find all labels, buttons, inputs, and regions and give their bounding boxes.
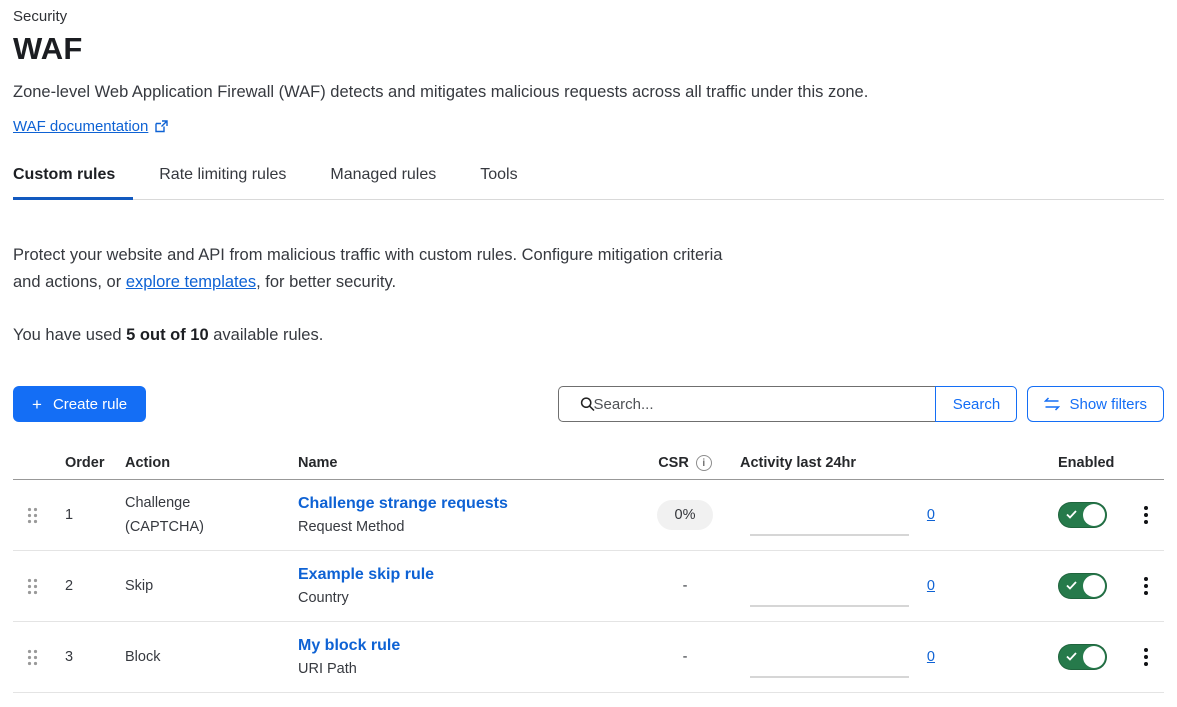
rule-action: Challenge (CAPTCHA)	[110, 491, 285, 539]
activity-sparkline	[740, 622, 909, 692]
toggle-knob	[1083, 575, 1105, 597]
csr-cell: 0%	[630, 500, 740, 530]
create-rule-button[interactable]: + Create rule	[13, 386, 146, 422]
kebab-menu-icon[interactable]	[1128, 573, 1164, 599]
enabled-cell	[1043, 644, 1128, 670]
enabled-cell	[1043, 502, 1128, 528]
table-header: Order Action Name CSR i Activity last 24…	[13, 447, 1164, 480]
table-row-2: 2 Skip Example skip rule Country - 0	[13, 551, 1164, 622]
create-rule-label: Create rule	[53, 396, 127, 413]
plus-icon: +	[32, 396, 42, 413]
csr-cell: -	[630, 649, 740, 665]
drag-handle-icon[interactable]	[13, 578, 52, 595]
table-row-3: 3 Block My block rule URI Path - 0	[13, 622, 1164, 693]
waf-documentation-link[interactable]: WAF documentation	[13, 118, 168, 135]
kebab-menu-icon[interactable]	[1128, 502, 1164, 528]
csr-cell: -	[630, 578, 740, 594]
waf-page: Security WAF Zone-level Web Application …	[0, 0, 1177, 693]
activity-count-link[interactable]: 0	[927, 507, 935, 523]
swap-arrows-icon	[1044, 397, 1060, 411]
show-filters-button[interactable]: Show filters	[1027, 386, 1164, 422]
activity-sparkline	[740, 551, 909, 621]
header-enabled: Enabled	[1043, 455, 1128, 471]
rule-name-link[interactable]: Challenge strange requests	[298, 495, 630, 513]
rule-field: Country	[298, 590, 630, 606]
rule-name-cell: Example skip rule Country	[285, 566, 630, 606]
toggle-knob	[1083, 504, 1105, 526]
usage-count: 5 out of 10	[126, 326, 209, 344]
activity-cell: 0	[740, 622, 935, 692]
header-activity: Activity last 24hr	[740, 455, 935, 471]
tab-custom-rules[interactable]: Custom rules	[13, 166, 133, 200]
usage-summary: You have used 5 out of 10 available rule…	[13, 326, 1164, 345]
header-action: Action	[110, 455, 285, 471]
doc-link-label: WAF documentation	[13, 118, 148, 135]
activity-count-link[interactable]: 0	[927, 578, 935, 594]
info-icon[interactable]: i	[696, 455, 712, 471]
enabled-toggle[interactable]	[1058, 502, 1107, 528]
table-row-1: 1 Challenge (CAPTCHA) Challenge strange …	[13, 480, 1164, 551]
enabled-cell	[1043, 573, 1128, 599]
usage-suffix: available rules.	[209, 326, 324, 344]
tab-managed-rules[interactable]: Managed rules	[330, 166, 454, 200]
explore-templates-link[interactable]: explore templates	[126, 273, 256, 291]
csr-badge: 0%	[657, 500, 714, 530]
activity-cell: 0	[740, 551, 935, 621]
show-filters-label: Show filters	[1069, 396, 1147, 413]
usage-prefix: You have used	[13, 326, 126, 344]
activity-sparkline	[740, 480, 909, 550]
search-wrap	[558, 386, 935, 422]
drag-handle-icon[interactable]	[13, 507, 52, 524]
rule-order: 3	[52, 649, 110, 665]
intro-text: Protect your website and API from malici…	[13, 242, 741, 296]
header-order: Order	[52, 455, 110, 471]
tab-tools[interactable]: Tools	[480, 166, 535, 200]
rule-name-link[interactable]: My block rule	[298, 637, 630, 655]
enabled-toggle[interactable]	[1058, 573, 1107, 599]
page-title: WAF	[13, 31, 1164, 67]
toolbar: + Create rule Search Show filters	[13, 386, 1164, 422]
breadcrumb: Security	[13, 8, 1164, 25]
rule-field: Request Method	[298, 519, 630, 535]
external-link-icon	[155, 120, 168, 133]
search-group: Search	[558, 386, 1017, 422]
activity-cell: 0	[740, 480, 935, 550]
intro-text-after: , for better security.	[256, 273, 396, 291]
kebab-menu-icon[interactable]	[1128, 644, 1164, 670]
rule-order: 2	[52, 578, 110, 594]
rule-name-cell: My block rule URI Path	[285, 637, 630, 677]
csr-dash: -	[683, 649, 688, 665]
header-name: Name	[285, 455, 630, 471]
rule-field: URI Path	[298, 661, 630, 677]
toggle-knob	[1083, 646, 1105, 668]
tab-bar: Custom rules Rate limiting rules Managed…	[13, 166, 1164, 200]
rule-action: Skip	[110, 574, 285, 598]
rule-action: Block	[110, 645, 285, 669]
tab-rate-limiting-rules[interactable]: Rate limiting rules	[159, 166, 304, 200]
search-button[interactable]: Search	[935, 386, 1017, 422]
rules-table: Order Action Name CSR i Activity last 24…	[13, 447, 1164, 693]
header-csr-label: CSR	[658, 455, 689, 471]
page-description: Zone-level Web Application Firewall (WAF…	[13, 83, 1164, 102]
activity-count-link[interactable]: 0	[927, 649, 935, 665]
rule-name-link[interactable]: Example skip rule	[298, 566, 630, 584]
rule-name-cell: Challenge strange requests Request Metho…	[285, 495, 630, 535]
header-csr: CSR i	[630, 455, 740, 471]
search-input[interactable]	[558, 386, 935, 422]
rule-order: 1	[52, 507, 110, 523]
toolbar-right: Search Show filters	[558, 386, 1164, 422]
drag-handle-icon[interactable]	[13, 649, 52, 666]
csr-dash: -	[683, 578, 688, 594]
enabled-toggle[interactable]	[1058, 644, 1107, 670]
